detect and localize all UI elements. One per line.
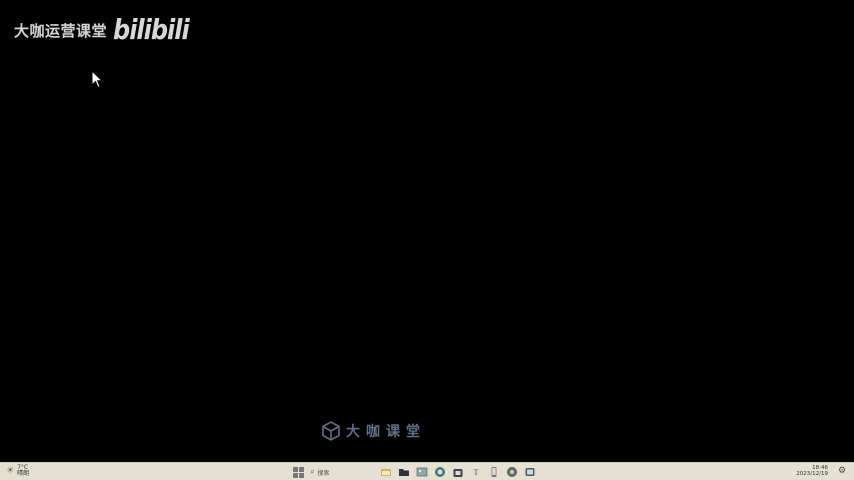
weather-widget[interactable]: ☀ 7°C 晴朗 (6, 465, 29, 477)
taskbar-center: ⌕ 搜索 T (292, 465, 536, 479)
taskbar: ☀ 7°C 晴朗 ⌕ 搜索 T 18:46 2023/12/19 ⚙ (0, 462, 854, 480)
start-icon[interactable] (292, 466, 304, 478)
top-watermark: 大咖运营课堂 bilibili (14, 13, 190, 47)
phone-icon[interactable] (488, 466, 500, 478)
weather-condition: 晴朗 (17, 470, 30, 477)
edge-icon[interactable] (434, 466, 446, 478)
cube-logo-icon (322, 421, 340, 441)
system-tray: 18:46 2023/12/19 ⚙ (796, 465, 848, 477)
notification-icon[interactable]: ⚙ (836, 465, 848, 477)
search-label: 搜索 (317, 469, 330, 477)
chat-icon[interactable] (506, 466, 518, 478)
weather-text: 7°C 晴朗 (17, 465, 29, 477)
folder-icon[interactable] (398, 466, 410, 478)
bilibili-logo: bilibili (113, 13, 190, 47)
clock-date: 2023/12/19 (796, 471, 828, 477)
search-icon: ⌕ (310, 467, 315, 476)
taskbar-search[interactable]: ⌕ 搜索 (310, 466, 374, 478)
store-icon[interactable] (452, 466, 464, 478)
desktop-screen: 大咖运营课堂 bilibili 大咖课堂 ☀ 7°C 晴朗 ⌕ 搜索 T 18:… (0, 0, 854, 480)
clock[interactable]: 18:46 2023/12/19 (796, 465, 828, 477)
widgets-icon[interactable] (380, 466, 392, 478)
settings-icon[interactable] (524, 466, 536, 478)
center-watermark-text: 大咖课堂 (346, 424, 426, 440)
center-watermark: 大咖课堂 (320, 420, 426, 442)
photos-icon[interactable] (416, 466, 428, 478)
text-icon[interactable]: T (470, 466, 482, 478)
watermark-brand-text: 大咖运营课堂 (14, 21, 108, 40)
weather-icon: ☀ (6, 466, 15, 476)
mouse-cursor-icon (91, 70, 103, 89)
